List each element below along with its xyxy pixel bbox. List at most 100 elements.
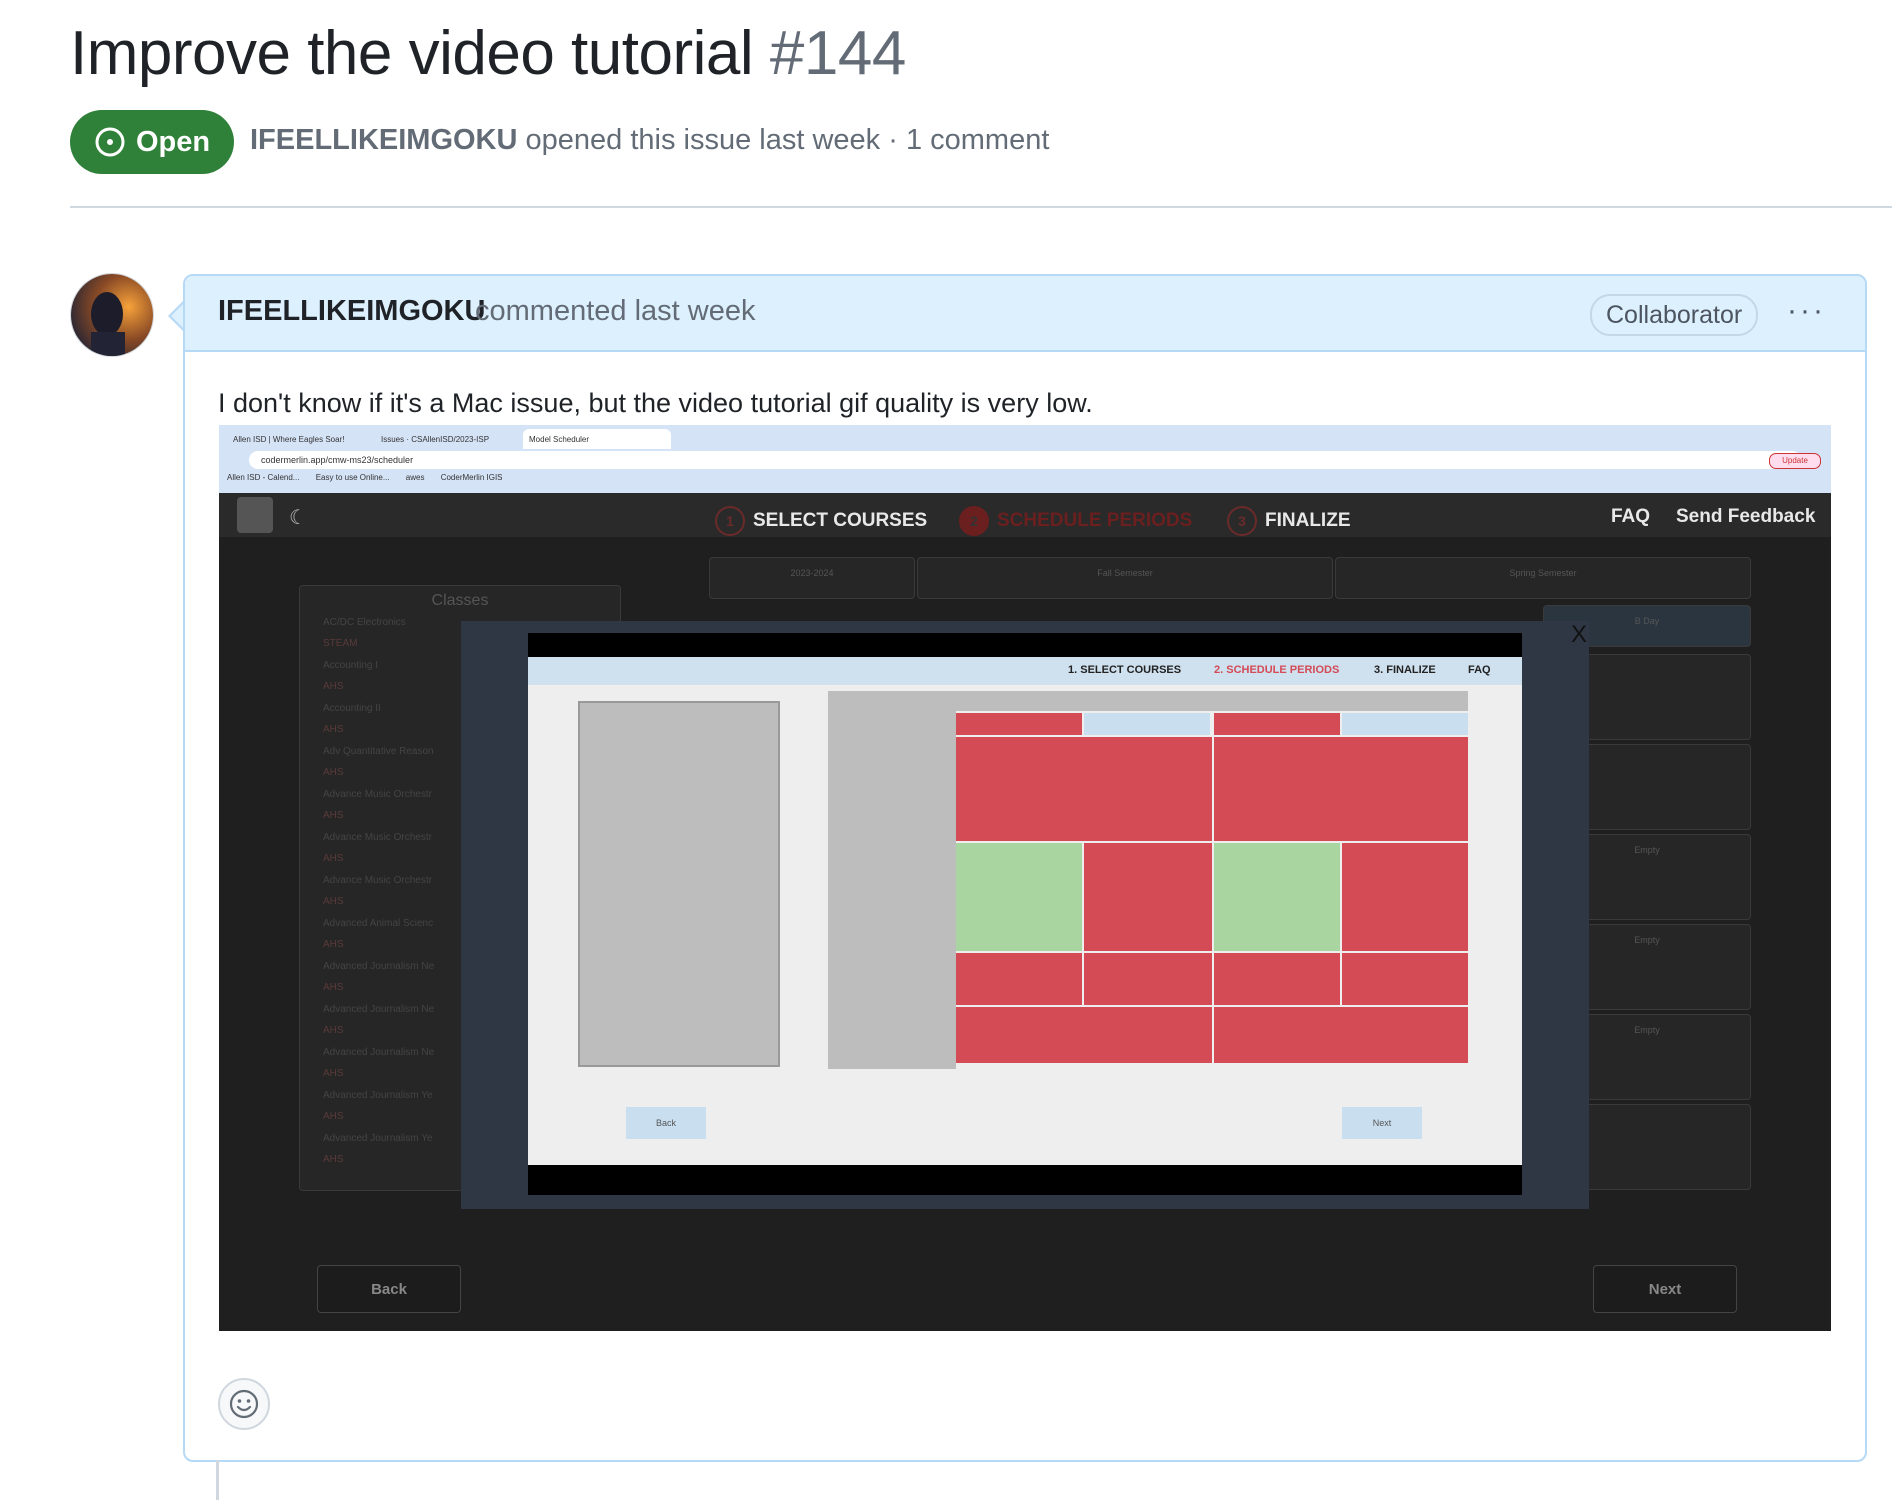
list-item: Accounting I AHS xyxy=(323,660,434,703)
video-cell xyxy=(1342,953,1468,1005)
send-feedback-link: Send Feedback xyxy=(1676,506,1816,527)
avatar[interactable] xyxy=(70,273,154,357)
video-cell xyxy=(956,843,1082,951)
issue-meta-text: opened this issue last week · 1 comment xyxy=(525,124,1050,156)
step-select-courses: 1 SELECT COURSES xyxy=(715,506,927,536)
bookmark: awes xyxy=(405,473,425,482)
class-tag: STEAM xyxy=(323,638,358,649)
app-logo-icon xyxy=(237,497,273,533)
video-b-day xyxy=(1342,713,1468,735)
list-item: Advanced Journalism Ne AHS xyxy=(323,1047,434,1090)
class-tag: AHS xyxy=(323,1025,344,1036)
class-tag: AHS xyxy=(323,810,344,821)
video-cell xyxy=(1084,843,1212,951)
class-tag: AHS xyxy=(323,853,344,864)
bookmark: Allen ISD - Calend... xyxy=(227,473,300,482)
list-item: Advanced Journalism Ne AHS xyxy=(323,961,434,1004)
class-tag: AHS xyxy=(323,896,344,907)
class-tag: AHS xyxy=(323,1111,344,1122)
url-text: codermerlin.app/cmw-ms23/scheduler xyxy=(261,455,414,465)
comment-timestamp[interactable]: commented last week xyxy=(475,295,755,328)
class-name: AC/DC Electronics xyxy=(323,617,406,628)
class-name: Advanced Animal Scienc xyxy=(323,918,434,929)
video-b-day xyxy=(1084,713,1210,735)
browser-update-badge: Update xyxy=(1769,453,1821,469)
list-item: Advanced Journalism Ye AHS xyxy=(323,1133,434,1176)
issue-meta: IFEELLIKEIMGOKU opened this issue last w… xyxy=(250,124,1049,157)
class-tag: AHS xyxy=(323,1068,344,1079)
step-number: 1 xyxy=(715,506,745,536)
class-tag: AHS xyxy=(323,724,344,735)
video-app-bar xyxy=(528,657,1522,685)
list-item: Advanced Journalism Ne AHS xyxy=(323,1004,434,1047)
video-step-2: 2. SCHEDULE PERIODS xyxy=(1214,664,1340,676)
tab-label: Issues · CSAllenISD/2023-ISP xyxy=(381,434,490,444)
tutorial-video[interactable]: 1. SELECT COURSES 2. SCHEDULE PERIODS 3.… xyxy=(528,633,1522,1195)
class-name: Advanced Journalism Ye xyxy=(323,1090,433,1101)
video-classes-panel xyxy=(578,701,780,1067)
tab-label: Allen ISD | Where Eagles Soar! xyxy=(233,434,345,444)
video-step-3: 3. FINALIZE xyxy=(1374,664,1436,676)
video-cell xyxy=(1214,953,1340,1005)
class-tag: AHS xyxy=(323,767,344,778)
list-item: Advance Music Orchestr AHS xyxy=(323,875,434,918)
class-name: Accounting II xyxy=(323,703,381,714)
back-button: Back xyxy=(317,1265,461,1313)
video-next-button: Next xyxy=(1342,1107,1422,1139)
faq-link: FAQ xyxy=(1611,506,1651,527)
class-name: Advanced Journalism Ne xyxy=(323,1004,435,1015)
video-frame: 1. SELECT COURSES 2. SCHEDULE PERIODS 3.… xyxy=(528,657,1522,1165)
issue-title: Improve the video tutorial #144 xyxy=(70,18,906,89)
step-label: SCHEDULE PERIODS xyxy=(997,510,1193,531)
tutorial-modal: X 1. SELECT COURSES 2. SCHEDULE PERIODS … xyxy=(461,621,1589,1209)
video-a-day xyxy=(1214,713,1340,735)
add-reaction-button[interactable] xyxy=(218,1378,270,1430)
year-header: 2023-2024 xyxy=(709,557,915,599)
browser-tab: Issues · CSAllenISD/2023-ISP xyxy=(375,429,495,449)
class-name: Advanced Journalism Ye xyxy=(323,1133,433,1144)
list-item: Advanced Animal Scienc AHS xyxy=(323,918,434,961)
video-cell xyxy=(1342,843,1468,951)
moon-icon: ☾ xyxy=(289,507,307,529)
issue-state-badge: Open xyxy=(70,110,234,174)
list-item: Accounting II AHS xyxy=(323,703,434,746)
bookmark: Easy to use Online... xyxy=(315,473,390,482)
issue-opened-icon xyxy=(95,127,125,157)
list-item: Adv Quantitative Reason AHS xyxy=(323,746,434,789)
modal-close-button[interactable]: X xyxy=(1571,621,1587,649)
class-tag: AHS xyxy=(323,939,344,950)
browser-url-bar: codermerlin.app/cmw-ms23/scheduler xyxy=(249,451,1801,469)
issue-title-text: Improve the video tutorial xyxy=(70,19,754,88)
step-schedule-periods: 2 SCHEDULE PERIODS xyxy=(959,506,1192,536)
header-divider xyxy=(70,206,1892,208)
issue-author-link[interactable]: IFEELLIKEIMGOKU xyxy=(250,124,517,156)
step-label: FINALIZE xyxy=(1265,510,1351,531)
video-cell xyxy=(956,953,1082,1005)
avatar-image xyxy=(71,274,153,356)
timeline-line xyxy=(216,1460,219,1500)
comment-header: IFEELLIKEIMGOKU commented last week Coll… xyxy=(185,276,1865,352)
class-name: Accounting I xyxy=(323,660,379,671)
video-cell xyxy=(1214,1007,1468,1063)
video-cell xyxy=(1214,737,1468,841)
kebab-menu-icon[interactable]: ··· xyxy=(1787,294,1826,328)
class-name: Advanced Journalism Ne xyxy=(323,1047,435,1058)
video-cell xyxy=(1084,953,1212,1005)
browser-tab-active: Model Scheduler xyxy=(523,429,671,449)
video-cell xyxy=(956,1007,1212,1063)
embedded-screenshot[interactable]: Allen ISD | Where Eagles Soar! Issues · … xyxy=(219,425,1831,1331)
step-finalize: 3 FINALIZE xyxy=(1227,506,1351,536)
issue-number: #144 xyxy=(769,19,906,88)
video-cell xyxy=(956,737,1212,841)
spring-header: Spring Semester xyxy=(1335,557,1751,599)
classes-title: Classes xyxy=(431,592,489,609)
video-header-row xyxy=(956,691,1468,711)
video-back-button: Back xyxy=(626,1107,706,1139)
class-name: Adv Quantitative Reason xyxy=(323,746,434,757)
class-name: Advance Music Orchestr xyxy=(323,832,432,843)
comment-body: I don't know if it's a Mac issue, but th… xyxy=(218,388,1093,418)
list-item: AC/DC Electronics STEAM xyxy=(323,617,434,660)
class-tag: AHS xyxy=(323,1154,344,1165)
comment-author-link[interactable]: IFEELLIKEIMGOKU xyxy=(218,295,485,328)
next-button: Next xyxy=(1593,1265,1737,1313)
